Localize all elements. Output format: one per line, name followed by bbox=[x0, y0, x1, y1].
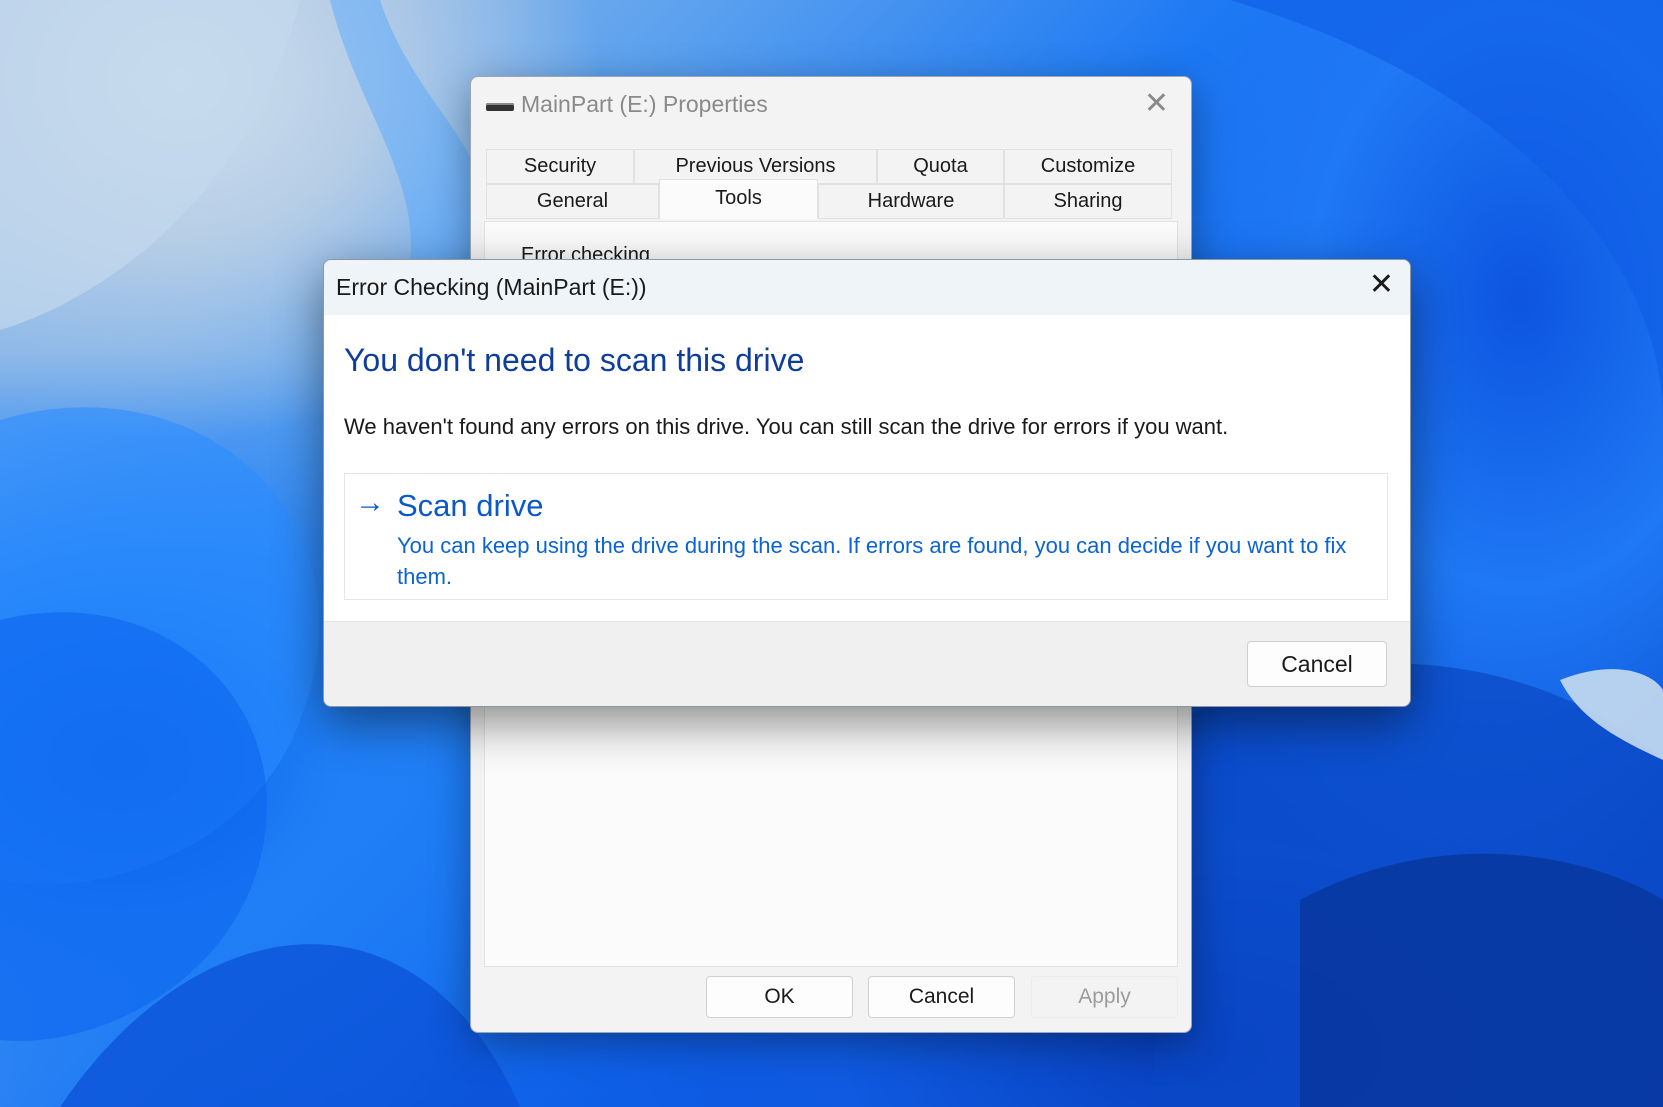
properties-titlebar: MainPart (E:) Properties ✕ bbox=[471, 77, 1191, 133]
dialog-title: Error Checking (MainPart (E:)) bbox=[336, 274, 647, 300]
tab-row-1: Security Previous Versions Quota Customi… bbox=[486, 149, 1172, 184]
scan-drive-description: You can keep using the drive during the … bbox=[397, 533, 1347, 589]
properties-title: MainPart (E:) Properties bbox=[521, 91, 768, 117]
tab-quota[interactable]: Quota bbox=[877, 149, 1004, 184]
close-icon[interactable]: ✕ bbox=[1369, 270, 1394, 300]
tab-hardware[interactable]: Hardware bbox=[818, 184, 1004, 219]
scan-drive-label: Scan drive bbox=[397, 488, 544, 523]
tab-security[interactable]: Security bbox=[486, 149, 634, 184]
close-icon[interactable]: ✕ bbox=[1144, 89, 1169, 119]
tab-row-2: General Tools Hardware Sharing bbox=[486, 179, 1172, 219]
dialog-cancel-button[interactable]: Cancel bbox=[1247, 641, 1387, 687]
dialog-description: We haven't found any errors on this driv… bbox=[344, 414, 1229, 439]
error-checking-dialog: Error Checking (MainPart (E:)) ✕ You don… bbox=[323, 259, 1411, 707]
cancel-button[interactable]: Cancel bbox=[868, 976, 1015, 1018]
tab-tools[interactable]: Tools bbox=[659, 179, 818, 219]
tab-general[interactable]: General bbox=[486, 184, 659, 219]
tab-sharing[interactable]: Sharing bbox=[1004, 184, 1172, 219]
scan-drive-command-link[interactable]: → Scan drive You can keep using the driv… bbox=[344, 473, 1388, 600]
apply-button[interactable]: Apply bbox=[1031, 976, 1178, 1018]
ok-button[interactable]: OK bbox=[706, 976, 853, 1018]
arrow-right-icon: → bbox=[355, 486, 385, 519]
dialog-titlebar: Error Checking (MainPart (E:)) ✕ bbox=[324, 260, 1410, 315]
dialog-heading: You don't need to scan this drive bbox=[344, 342, 805, 378]
tab-customize[interactable]: Customize bbox=[1004, 149, 1172, 184]
drive-icon bbox=[486, 103, 514, 111]
